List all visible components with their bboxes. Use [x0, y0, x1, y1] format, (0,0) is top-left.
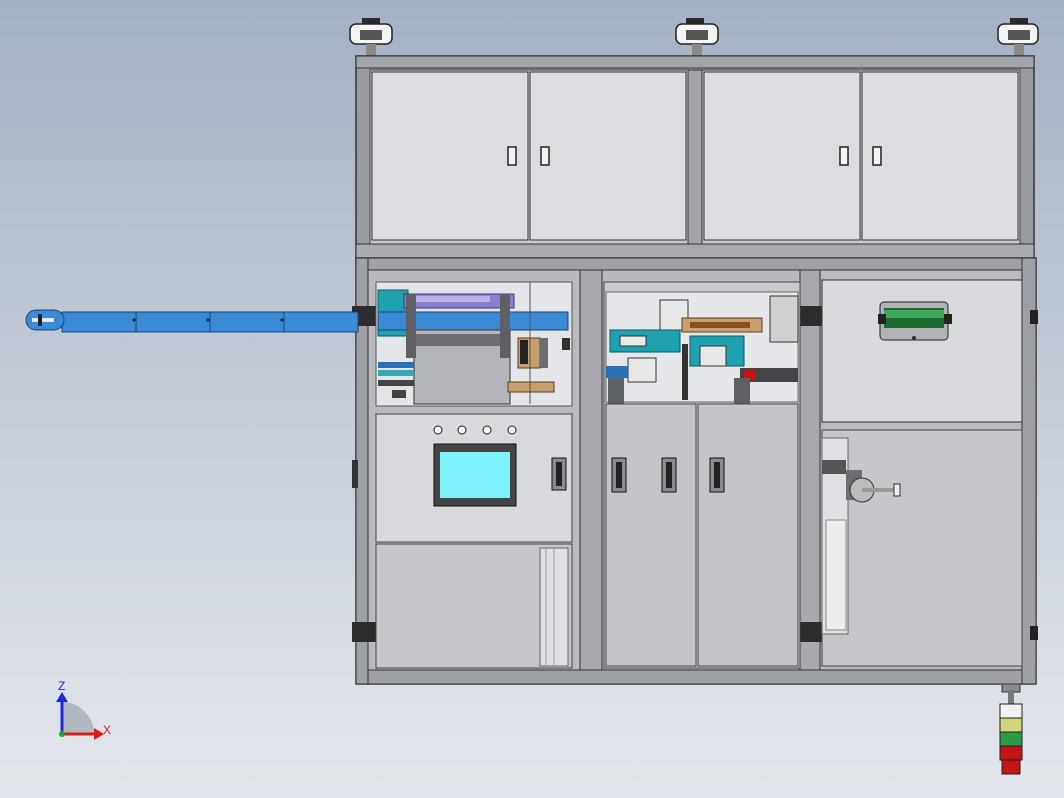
upper-cabinet	[355, 55, 1035, 263]
left-mechanism	[375, 281, 573, 407]
left-lower-bay	[375, 543, 573, 669]
z-axis-label: Z	[58, 679, 65, 693]
indicator-lamp-icon	[457, 425, 467, 435]
indicator-lamp-icon	[433, 425, 443, 435]
cad-viewport[interactable]: Z X	[0, 0, 1064, 798]
right-bay	[821, 279, 1023, 667]
machine-assembly-drawing: Z X	[25, 18, 1039, 775]
leveling-foot-icon	[349, 18, 393, 56]
indicator-lamp-icon	[482, 425, 492, 435]
x-axis-label: X	[103, 723, 111, 737]
indicator-lamp-icon	[507, 425, 517, 435]
control-panel	[375, 413, 573, 543]
leveling-foot-icon	[997, 18, 1039, 56]
signal-tower-icon	[999, 683, 1023, 775]
leveling-foot-icon	[675, 18, 719, 56]
axis-triad-icon[interactable]: Z X	[56, 679, 111, 740]
feed-conveyor	[25, 309, 359, 333]
middle-mechanism	[603, 281, 801, 669]
